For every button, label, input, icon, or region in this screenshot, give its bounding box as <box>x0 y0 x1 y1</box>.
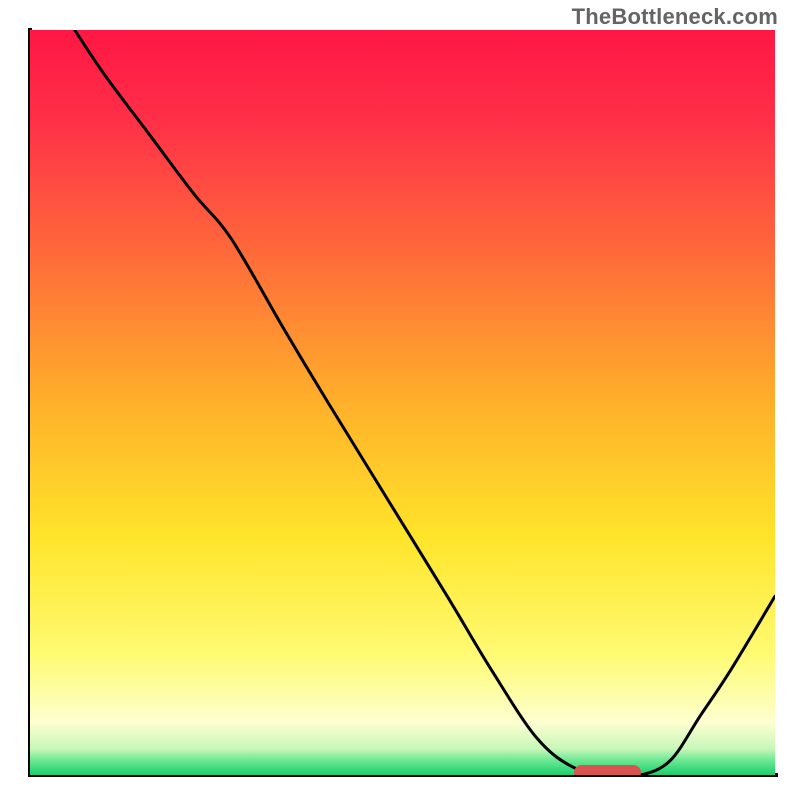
optimal-marker <box>574 765 641 776</box>
bottleneck-curve <box>75 30 775 775</box>
curve-layer <box>30 30 775 775</box>
bottleneck-chart: TheBottleneck.com <box>0 0 800 800</box>
plot-area <box>30 30 775 775</box>
attribution-label: TheBottleneck.com <box>572 4 778 30</box>
